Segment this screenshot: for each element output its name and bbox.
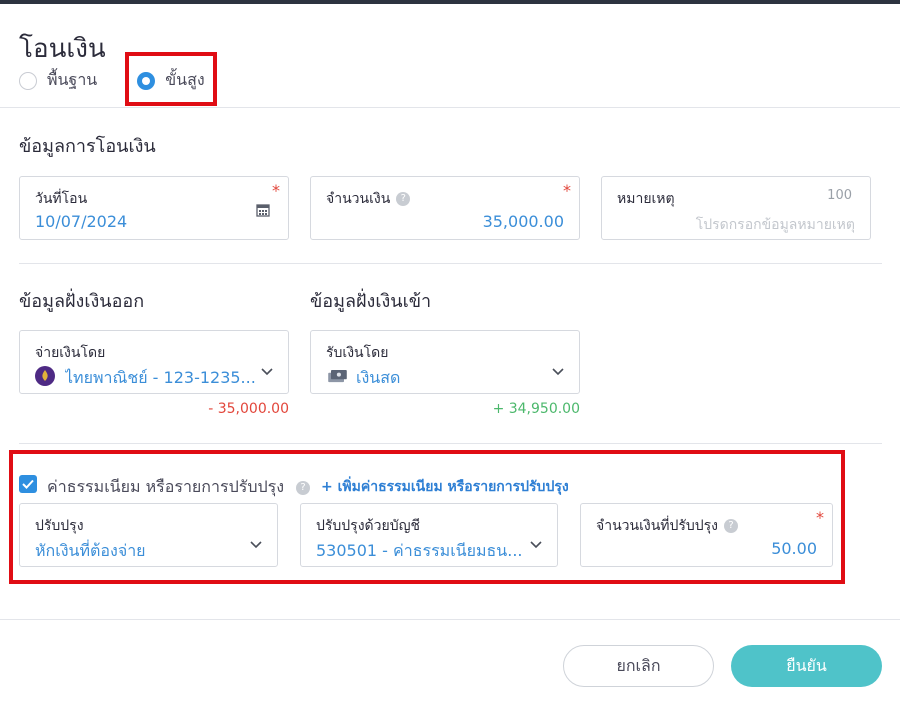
footer-divider <box>0 619 900 620</box>
note-char-counter: 100 <box>827 188 852 203</box>
section-transfer-info: ข้อมูลการโอนเงิน <box>19 136 156 157</box>
help-icon[interactable]: ? <box>396 192 411 206</box>
section-incoming: ข้อมูลฝั่งเงินเข้า <box>310 291 432 312</box>
divider <box>19 263 882 264</box>
radio-basic-label: พื้นฐาน <box>47 70 98 89</box>
divider <box>0 107 900 108</box>
radio-basic[interactable]: พื้นฐาน <box>19 68 97 93</box>
chevron-down-icon <box>552 368 564 376</box>
receive-by-select[interactable]: รับเงินโดย เงินสด <box>310 330 580 394</box>
pay-by-select[interactable]: จ่ายเงินโดย ไทยพาณิชย์ - 123-1235... <box>19 330 289 394</box>
note-placeholder: โปรดกรอกข้อมูลหมายเหตุ <box>695 217 855 233</box>
cash-icon <box>328 370 347 383</box>
section-outgoing: ข้อมูลฝั่งเงินออก <box>19 291 145 312</box>
receive-by-value: เงินสด <box>356 368 401 387</box>
pay-by-value: ไทยพาณิชย์ - 123-1235... <box>65 368 256 387</box>
note-label: หมายเหตุ <box>617 191 675 207</box>
receive-by-label: รับเงินโดย <box>326 345 389 361</box>
divider <box>19 443 882 444</box>
date-label: วันที่โอน <box>35 191 88 207</box>
chevron-down-icon <box>261 368 273 376</box>
date-value: 10/07/2024 <box>35 212 128 231</box>
calendar-icon[interactable] <box>256 203 270 217</box>
highlight-box-mode <box>125 52 217 106</box>
required-marker: * <box>563 181 571 200</box>
pay-by-label: จ่ายเงินโดย <box>35 345 106 361</box>
incoming-amount: + 34,950.00 <box>492 401 580 417</box>
highlight-box-adjustment <box>9 450 845 584</box>
amount-label: จำนวนเงิน? <box>326 188 411 210</box>
outgoing-amount: - 35,000.00 <box>208 401 289 417</box>
confirm-button[interactable]: ยืนยัน <box>731 645 882 687</box>
note-field[interactable]: หมายเหตุ 100 โปรดกรอกข้อมูลหมายเหตุ <box>601 176 871 240</box>
required-marker: * <box>272 181 280 200</box>
transfer-dialog: โอนเงิน พื้นฐาน ขั้นสูง ข้อมูลการโอนเงิน… <box>0 4 900 706</box>
cancel-button[interactable]: ยกเลิก <box>563 645 714 687</box>
dialog-title: โอนเงิน <box>19 34 106 64</box>
scb-bank-icon <box>35 366 55 386</box>
radio-unchecked-icon <box>19 71 37 90</box>
date-field[interactable]: วันที่โอน * 10/07/2024 <box>19 176 289 240</box>
amount-field[interactable]: จำนวนเงิน? * 35,000.00 <box>310 176 580 240</box>
amount-value: 35,000.00 <box>482 212 564 231</box>
